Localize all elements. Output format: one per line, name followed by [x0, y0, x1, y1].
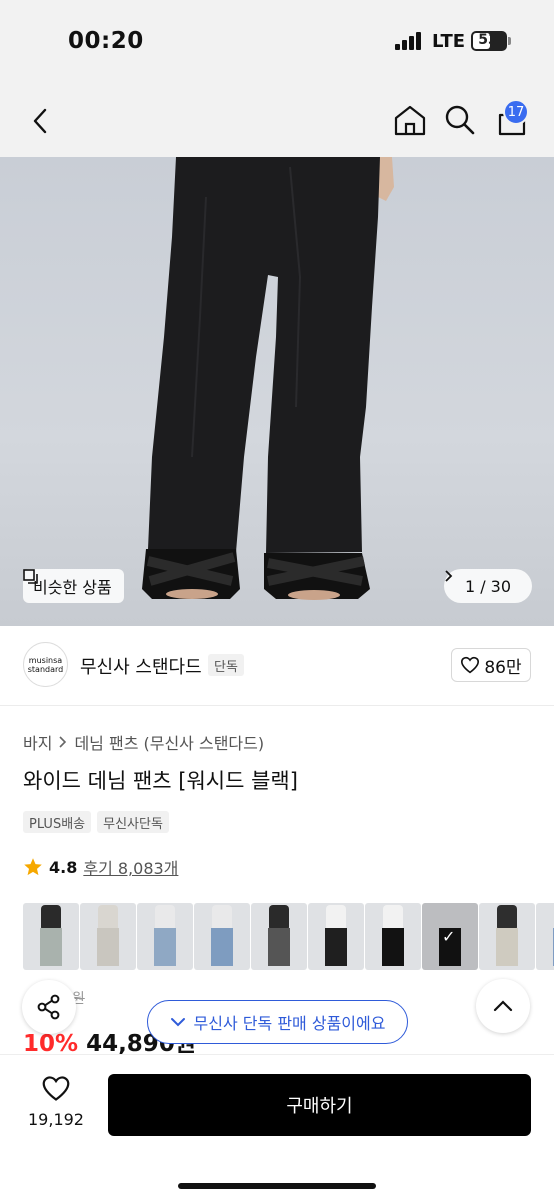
product-title: 와이드 데님 팬츠 [워시드 블랙] [23, 769, 298, 793]
variant-thumbnail[interactable]: ✓ [422, 903, 478, 970]
brand-logo-line1: musinsa [28, 655, 63, 665]
scroll-top-button[interactable] [476, 979, 530, 1033]
home-icon[interactable] [393, 104, 427, 136]
chevron-down-icon [170, 1018, 185, 1027]
check-icon: ✓ [442, 927, 456, 946]
battery-tip [508, 37, 511, 45]
thumbnail-pants [211, 928, 233, 966]
page-indicator-text: 1 / 30 [464, 576, 512, 596]
chevron-right-icon [59, 736, 67, 748]
breadcrumb: 바지 데님 팬츠 (무신사 스탠다드) [23, 730, 264, 754]
variant-thumbnail[interactable] [137, 903, 193, 970]
wishlist-count: 19,192 [28, 1110, 84, 1129]
exclusive-badge: 단독 [208, 654, 244, 676]
status-bar: 00:20 LTE 53 [0, 0, 554, 86]
thumbnail-top [98, 905, 118, 929]
cart-count: 17 [507, 104, 525, 120]
notice-text: 무신사 단독 판매 상품이에요 [193, 1014, 386, 1033]
thumbnail-top [41, 905, 61, 929]
heart-icon [461, 656, 480, 674]
search-icon[interactable] [444, 104, 476, 136]
back-icon[interactable] [28, 106, 52, 136]
thumbnail-pants [97, 928, 119, 966]
battery-percent: 53 [478, 32, 498, 48]
brand-row: musinsa standard 무신사 스탠다드 단독 86만 [0, 626, 554, 706]
brand-like-button[interactable]: 86만 [451, 648, 531, 682]
buy-button[interactable]: 구매하기 [108, 1074, 531, 1136]
variant-thumbnail[interactable] [536, 903, 554, 970]
share-icon [37, 994, 60, 1020]
similar-products-button[interactable]: 비슷한 상품 [23, 569, 124, 603]
exclusive-notice-banner[interactable]: 무신사 단독 판매 상품이에요 [147, 1000, 408, 1044]
thumbnail-top [269, 905, 289, 929]
breadcrumb-item[interactable]: 데님 팬츠 (무신사 스탠다드) [74, 730, 264, 754]
thumbnail-pants [325, 928, 347, 966]
battery-icon: 53 [471, 31, 507, 51]
thumbnail-top [383, 905, 403, 929]
brand-logo-line2: standard [27, 664, 64, 674]
brand-name[interactable]: 무신사 스탠다드 [80, 653, 202, 679]
status-time: 00:20 [68, 28, 144, 54]
cart-count-badge: 17 [503, 99, 529, 125]
breadcrumb-item[interactable]: 바지 [23, 730, 52, 754]
variant-thumbnail[interactable] [479, 903, 535, 970]
chevron-right-icon [445, 570, 453, 582]
thumbnail-top [326, 905, 346, 929]
thumbnail-top [212, 905, 232, 929]
heart-icon [42, 1076, 70, 1101]
thumbnail-pants [496, 928, 518, 966]
variant-thumbnail[interactable] [365, 903, 421, 970]
top-nav: 17 [0, 86, 554, 157]
thumbnail-pants [40, 928, 62, 966]
thumbnail-top [440, 905, 460, 929]
bottom-action-bar: 19,192 구매하기 [0, 1054, 554, 1200]
variant-thumbnail[interactable] [308, 903, 364, 970]
rating-row: 4.8 후기 8,083개 [23, 855, 178, 879]
signal-icon [395, 32, 425, 50]
tag-plus-delivery: PLUS배송 [23, 811, 92, 833]
brand-like-count: 86만 [484, 657, 522, 678]
variant-thumbnail[interactable] [80, 903, 136, 970]
thumbnail-pants [268, 928, 290, 966]
variant-thumbnail[interactable] [251, 903, 307, 970]
review-count-link[interactable]: 후기 8,083개 [83, 855, 178, 879]
product-image-gallery[interactable]: 비슷한 상품 1 / 30 [0, 157, 554, 626]
similar-icon [23, 569, 38, 584]
brand-logo[interactable]: musinsa standard [23, 642, 68, 687]
variant-thumbnail[interactable] [194, 903, 250, 970]
chevron-up-icon [493, 1000, 513, 1012]
rating-score: 4.8 [49, 857, 78, 877]
wishlist-button[interactable]: 19,192 [23, 1075, 89, 1129]
color-variant-thumbnails: ✓ [23, 903, 554, 970]
variant-thumbnail[interactable] [23, 903, 79, 970]
thumbnail-top [155, 905, 175, 929]
tag-exclusive: 무신사단독 [97, 811, 169, 833]
gallery-page-indicator[interactable]: 1 / 30 [444, 569, 532, 603]
thumbnail-pants [154, 928, 176, 966]
share-button[interactable] [22, 980, 76, 1034]
thumbnail-top [497, 905, 517, 929]
similar-label: 비슷한 상품 [33, 578, 112, 597]
thumbnail-pants [382, 928, 404, 966]
product-tags: PLUS배송 무신사단독 [23, 811, 169, 833]
star-icon [24, 858, 42, 876]
home-indicator [178, 1183, 376, 1189]
network-label: LTE [432, 31, 466, 52]
product-photo [142, 157, 394, 600]
